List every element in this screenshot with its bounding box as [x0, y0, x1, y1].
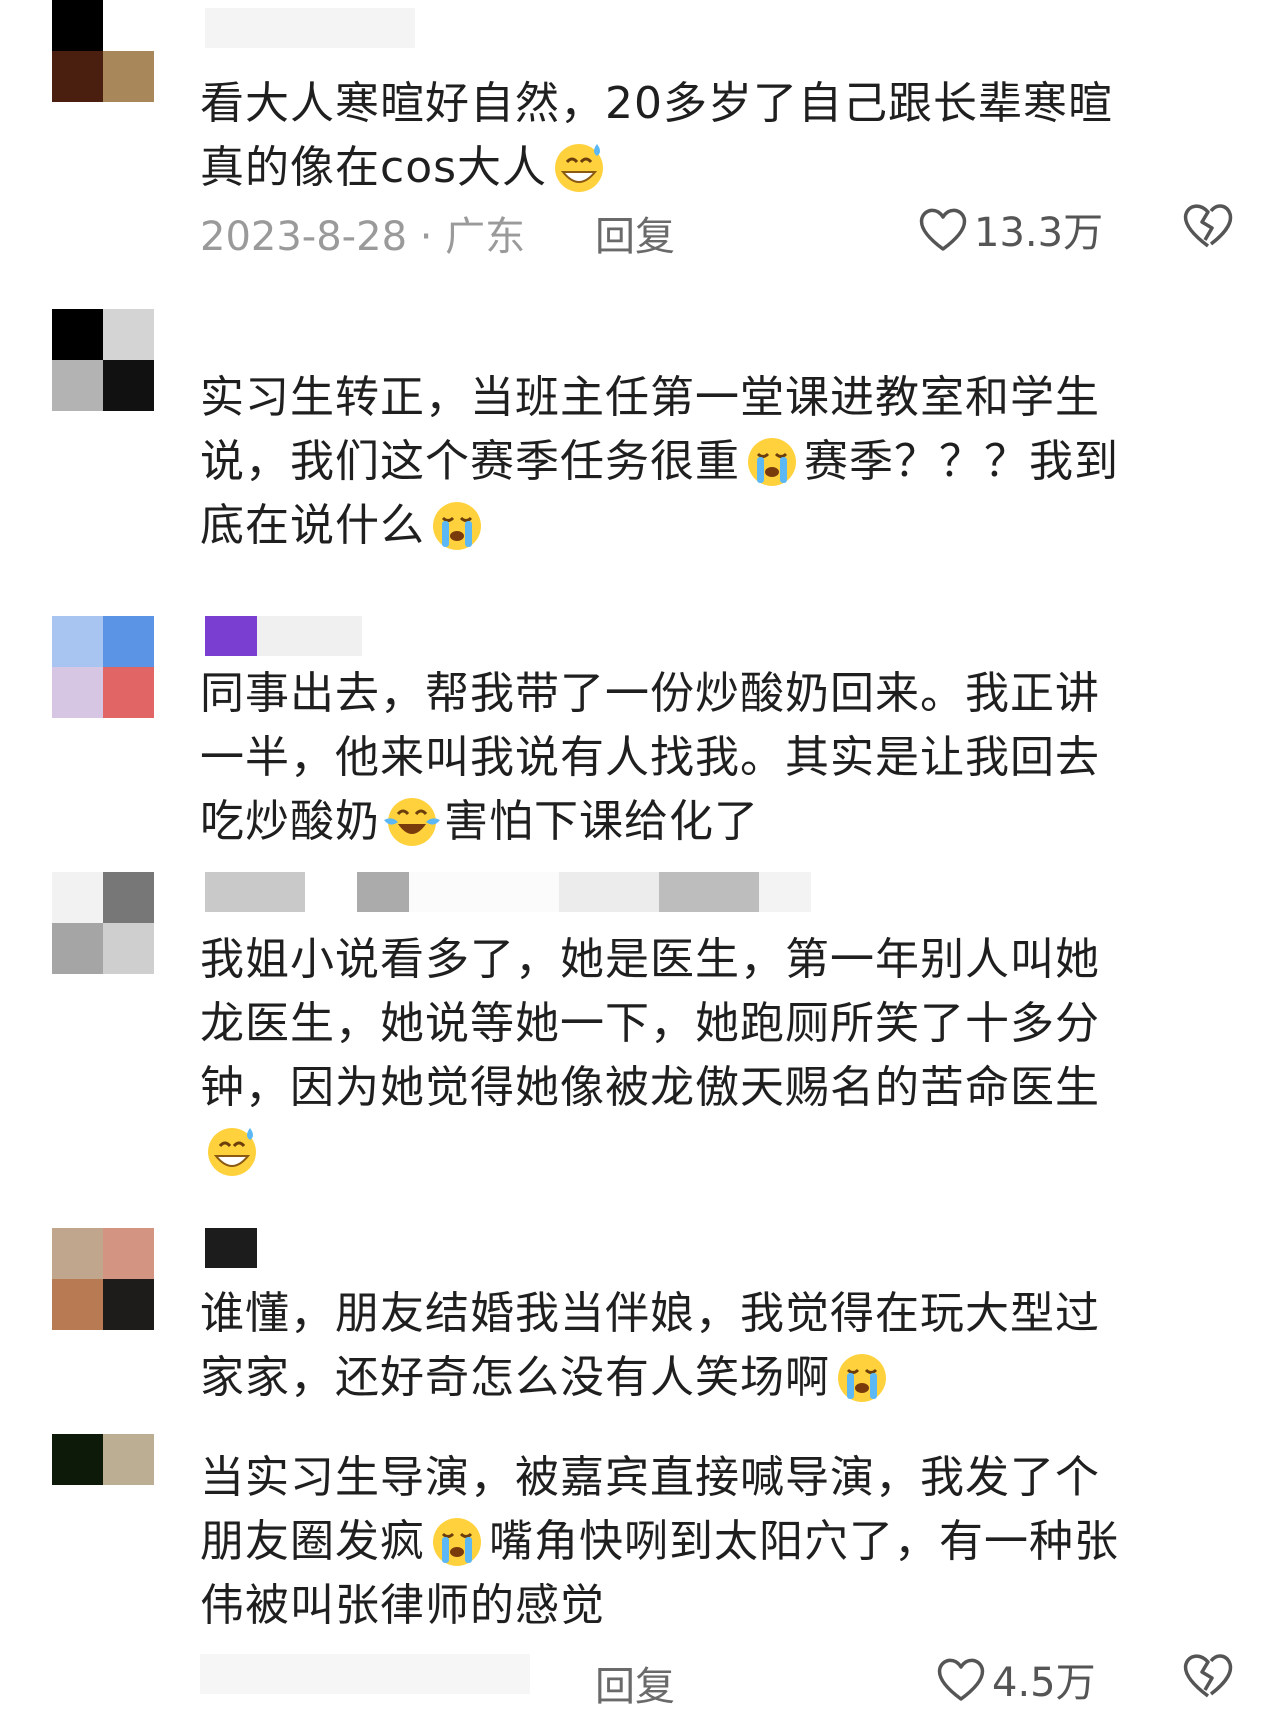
dislike-button[interactable]	[1182, 200, 1234, 260]
comment-line: 吃炒酸奶	[200, 796, 380, 847]
like-count: 4.5万	[992, 1660, 1096, 1706]
like-button[interactable]: 13.3万	[918, 200, 1103, 258]
comment-date-redacted	[200, 1654, 530, 1694]
laugh-cry-emoji	[384, 798, 440, 846]
comment-line: 当实习生导演，被嘉宾直接喊导演，我发了个	[200, 1452, 1100, 1503]
comment-line: 我姐小说看多了，她是医生，第一年别人叫她	[200, 934, 1100, 985]
comment-line: 真的像在cos大人	[200, 142, 548, 193]
like-count: 13.3万	[974, 210, 1104, 256]
reply-button[interactable]: 回复	[595, 204, 675, 262]
sweat-smile-emoji	[555, 144, 604, 192]
comment-line: 龙医生，她说等她一下，她跑厕所笑了十多分	[200, 998, 1100, 1049]
comment-line: 看大人寒暄好自然，20多岁了自己跟长辈寒暄	[200, 78, 1113, 129]
broken-heart-icon	[1183, 204, 1233, 248]
like-button[interactable]: 4.5万	[936, 1650, 1096, 1708]
avatar[interactable]	[52, 1434, 154, 1485]
comment-line: 同事出去，帮我带了一份炒酸奶回来。我正讲	[200, 668, 1100, 719]
comment-line: 一半，他来叫我说有人找我。其实是让我回去	[200, 732, 1100, 783]
reply-button[interactable]: 回复	[595, 1654, 675, 1712]
comment-text: 看大人寒暄好自然，20多岁了自己跟长辈寒暄 真的像在cos大人	[200, 72, 1240, 200]
username-redacted	[205, 616, 362, 656]
comment-line: 钟，因为她觉得她像被龙傲天赐名的苦命医生	[200, 1062, 1100, 1113]
avatar[interactable]	[52, 309, 154, 411]
comment-line: 伟被叫张律师的感觉	[200, 1580, 605, 1631]
comment-line: 嘴角快咧到太阳穴了，有一种张	[489, 1516, 1119, 1567]
crying-emoji	[838, 1354, 886, 1402]
crying-emoji	[433, 502, 481, 550]
comment-text: 我姐小说看多了，她是医生，第一年别人叫她 龙医生，她说等她一下，她跑厕所笑了十多…	[200, 928, 1240, 1184]
username-redacted	[205, 1228, 257, 1268]
comment-line: 谁懂，朋友结婚我当伴娘，我觉得在玩大型过	[200, 1288, 1100, 1339]
avatar[interactable]	[52, 616, 154, 718]
avatar[interactable]	[52, 872, 154, 974]
broken-heart-icon	[1183, 1654, 1233, 1698]
comment-line: 实习生转正，当班主任第一堂课进教室和学生	[200, 372, 1100, 423]
crying-emoji	[748, 438, 796, 486]
comment-line: 底在说什么	[200, 500, 425, 551]
avatar[interactable]	[52, 0, 154, 102]
heart-icon	[919, 208, 967, 251]
comment-text: 实习生转正，当班主任第一堂课进教室和学生 说，我们这个赛季任务很重 赛季？？？我到…	[200, 366, 1240, 558]
dislike-button[interactable]	[1182, 1650, 1234, 1710]
comment-text: 当实习生导演，被嘉宾直接喊导演，我发了个 朋友圈发疯 嘴角快咧到太阳穴了，有一种张…	[200, 1446, 1240, 1638]
comment-line: 赛季？？？我到	[804, 436, 1119, 487]
comment-meta: 2023-8-28 · 广东 回复 13.3万	[200, 196, 1260, 260]
comment-text: 同事出去，帮我带了一份炒酸奶回来。我正讲 一半，他来叫我说有人找我。其实是让我回…	[200, 662, 1240, 854]
username-redacted	[205, 8, 415, 48]
comment-line: 说，我们这个赛季任务很重	[200, 436, 740, 487]
sweat-smile-emoji	[208, 1128, 256, 1176]
heart-icon	[937, 1658, 985, 1701]
username-redacted	[205, 872, 811, 912]
comment-text: 谁懂，朋友结婚我当伴娘，我觉得在玩大型过 家家，还好奇怎么没有人笑场啊	[200, 1282, 1240, 1410]
avatar[interactable]	[52, 1228, 154, 1330]
comment-date: 2023-8-28 · 广东	[200, 214, 526, 260]
comment-meta: 回复 4.5万	[200, 1646, 1260, 1710]
crying-emoji	[433, 1518, 481, 1566]
comment-line: 家家，还好奇怎么没有人笑场啊	[200, 1352, 830, 1403]
comment-line: 朋友圈发疯	[200, 1516, 425, 1567]
comment-line: 害怕下课给化了	[444, 796, 759, 847]
